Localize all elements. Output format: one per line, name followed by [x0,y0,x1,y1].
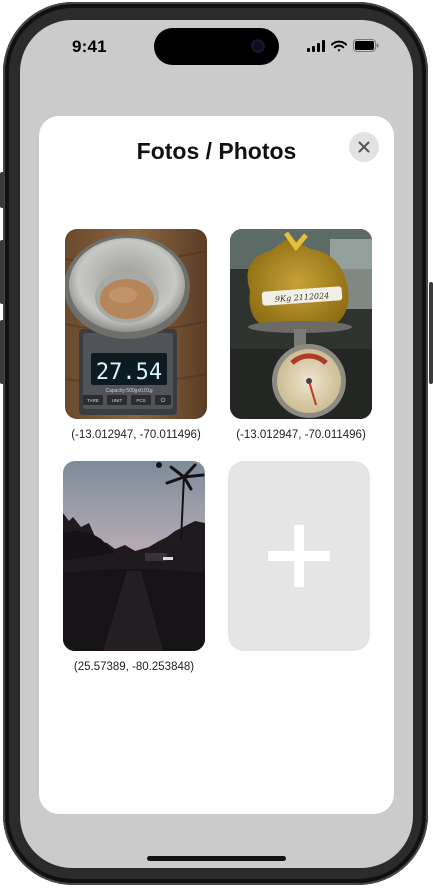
volume-up-button [0,240,4,304]
screen: 9:41 Fotos / Photos 27.54 Capacity:500gx… [20,20,413,868]
close-icon [358,141,370,153]
photo-coordinates-2: (-13.012947, -70.011496) [236,429,366,441]
status-icons [307,39,379,52]
cellular-signal-icon [307,39,325,52]
action-button [0,172,4,208]
close-button[interactable] [349,132,379,162]
status-bar: 9:41 [20,20,413,74]
battery-icon [353,39,379,52]
modal-title: Fotos / Photos [136,138,297,164]
scale-capacity-label: Capacity:500gx0.01g [106,388,153,394]
photo-cell-3: (25.57389, -80.253848) [63,461,205,673]
photo-coordinates-1: (-13.012947, -70.011496) [71,429,201,441]
power-button [429,282,433,384]
home-indicator[interactable] [147,856,286,861]
photo-coordinates-3: (25.57389, -80.253848) [73,661,195,673]
scale-button-power: ⏻ [161,397,166,404]
photos-modal: Fotos / Photos 27.54 Capacity:500gx0.01g… [39,116,394,814]
add-photo-button[interactable] [228,461,370,651]
photo-thumbnail-1[interactable]: 27.54 Capacity:500gx0.01g TARE UNIT PCS … [65,229,207,419]
front-camera-icon [251,39,265,53]
status-time: 9:41 [72,37,107,56]
photo-thumbnail-2[interactable]: 9Kg 2112024 [230,229,372,419]
dynamic-island [154,28,279,65]
photo-image-bag-scale: 9Kg 2112024 [230,229,372,419]
wifi-icon [331,40,347,52]
scale-button-tare: TARE [87,398,99,403]
photo-image-scale-sample: 27.54 Capacity:500gx0.01g TARE UNIT PCS … [65,229,207,419]
scale-display-reading: 27.54 [96,360,162,385]
scale-button-unit: UNIT [112,398,123,403]
plus-icon [268,525,330,587]
photo-cell-1: 27.54 Capacity:500gx0.01g TARE UNIT PCS … [65,229,207,441]
photo-thumbnail-3[interactable] [63,461,205,651]
volume-down-button [0,320,4,384]
photo-image-dusk-landscape [63,461,205,651]
scale-button-pcs: PCS [136,398,145,403]
photo-cell-2: 9Kg 2112024 (-13.012947, -70.011496) [230,229,372,441]
